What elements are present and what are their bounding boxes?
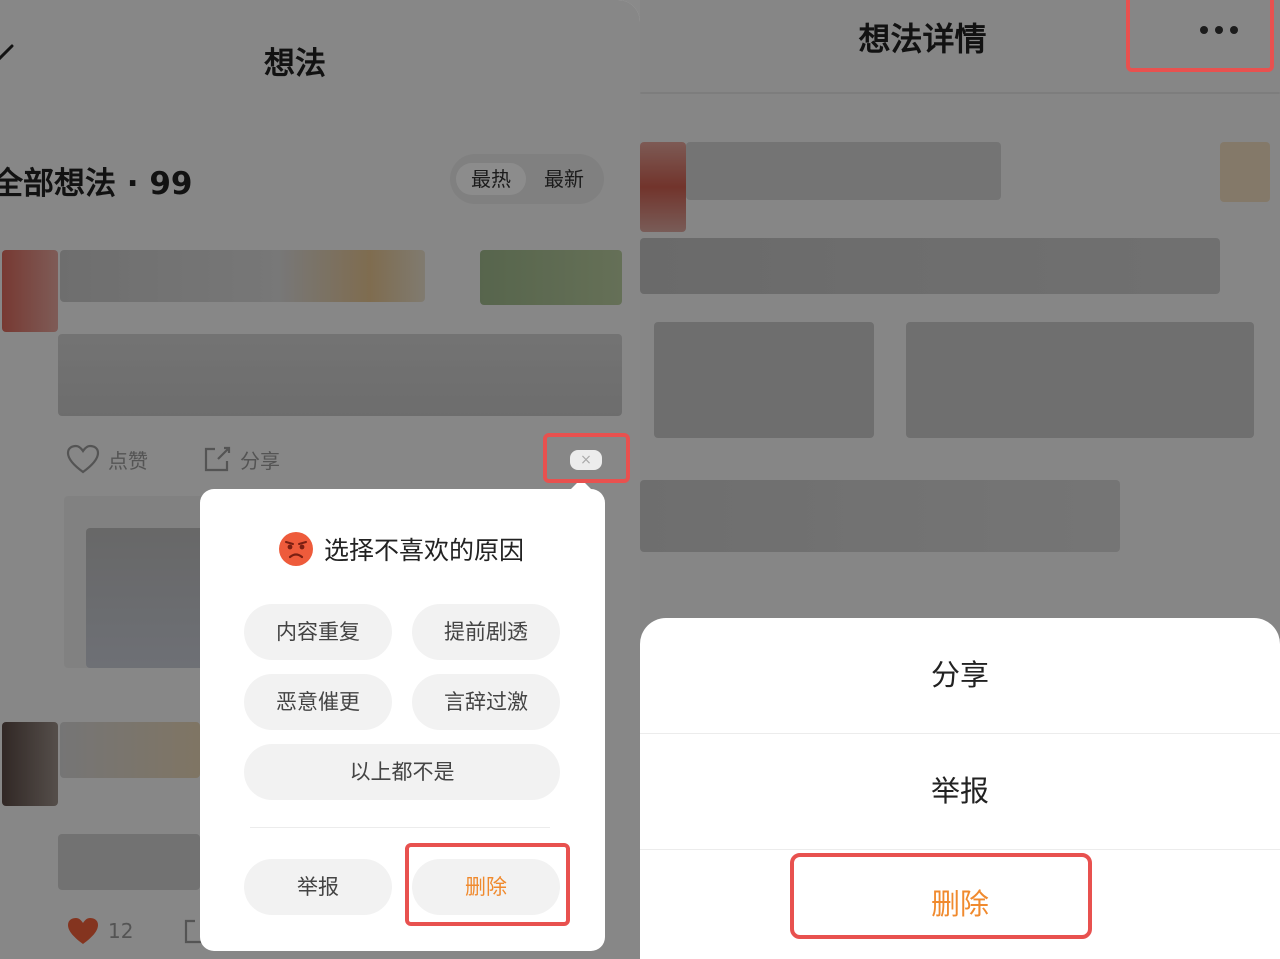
popup-heading: 选择不喜欢的原因 — [324, 536, 525, 565]
angry-face-icon — [279, 532, 313, 566]
divider — [250, 827, 550, 828]
reason-spoiler[interactable]: 提前剧透 — [412, 604, 560, 660]
reason-extreme-language[interactable]: 言辞过激 — [412, 674, 560, 730]
left-screen: 想法 全部想法 · 99 最热 最新 点赞 分享 × 12 — [0, 0, 640, 959]
highlight-close-button — [543, 433, 630, 483]
highlight-delete-button — [405, 843, 570, 926]
popup-header: 选择不喜欢的原因 — [278, 531, 524, 567]
reason-malicious-urging[interactable]: 恶意催更 — [244, 674, 392, 730]
reason-duplicate-content[interactable]: 内容重复 — [244, 604, 392, 660]
reason-none-of-above[interactable]: 以上都不是 — [244, 744, 560, 800]
highlight-sheet-delete — [790, 853, 1092, 939]
sheet-report-button[interactable]: 举报 — [640, 734, 1280, 849]
right-screen: 想法详情 分享 举报 删除 — [640, 0, 1280, 959]
sheet-share-button[interactable]: 分享 — [640, 618, 1280, 733]
highlight-more-button — [1126, 0, 1274, 72]
report-button[interactable]: 举报 — [244, 859, 392, 915]
